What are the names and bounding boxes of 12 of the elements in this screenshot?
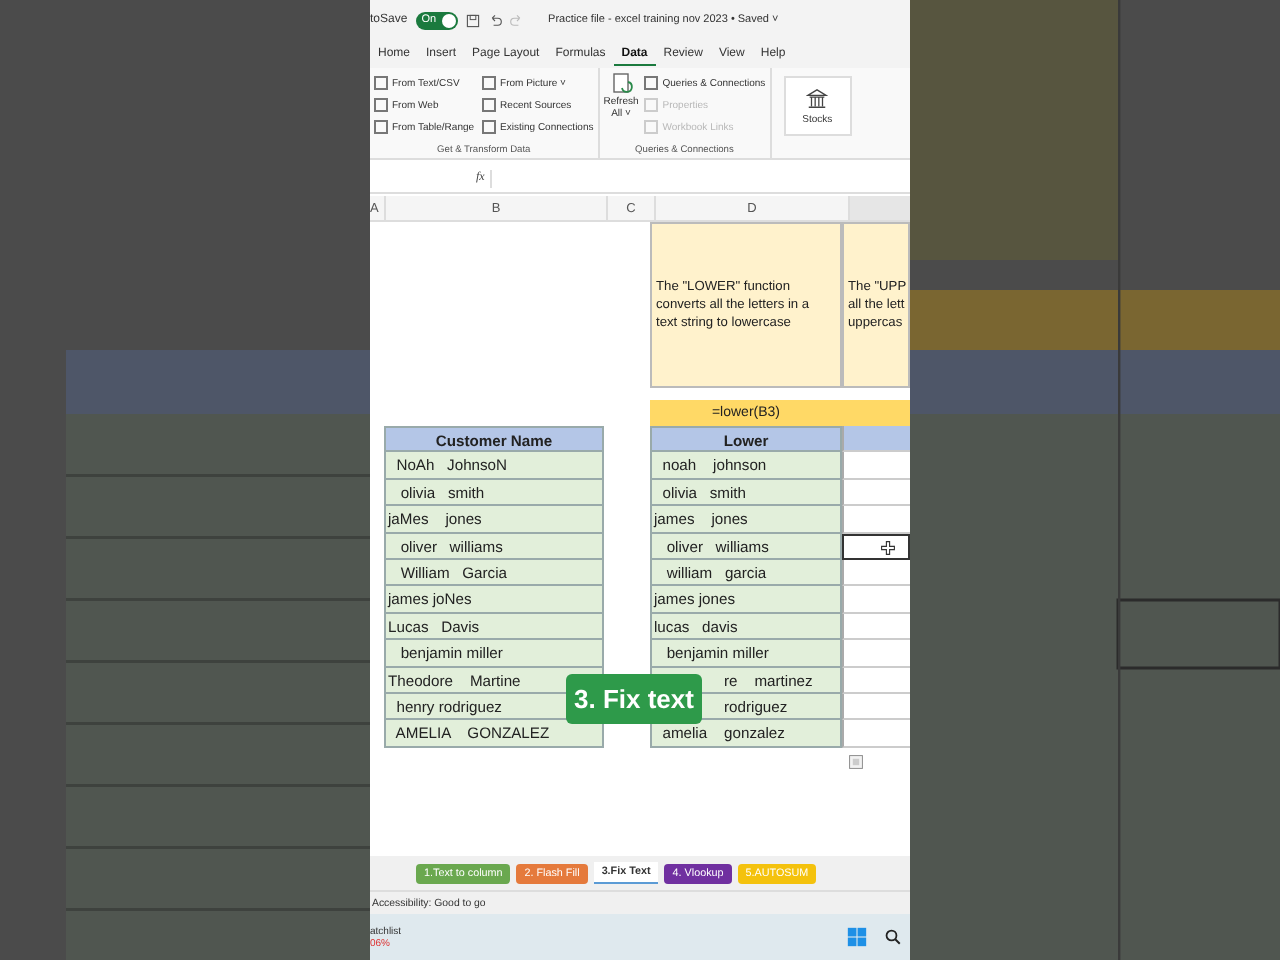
search-icon[interactable] [884, 928, 902, 946]
paste-options-icon[interactable] [848, 753, 864, 770]
caption-badge: 3. Fix text [566, 674, 702, 724]
grid-cell [842, 426, 910, 453]
bank-icon [806, 87, 829, 109]
start-icon[interactable] [846, 926, 868, 948]
grid-cell [842, 400, 910, 426]
cursor-icon [880, 540, 896, 557]
save-icon[interactable] [466, 13, 481, 27]
selected-cell[interactable] [842, 533, 910, 560]
undo-icon[interactable] [488, 13, 503, 27]
redo-icon [510, 13, 525, 27]
